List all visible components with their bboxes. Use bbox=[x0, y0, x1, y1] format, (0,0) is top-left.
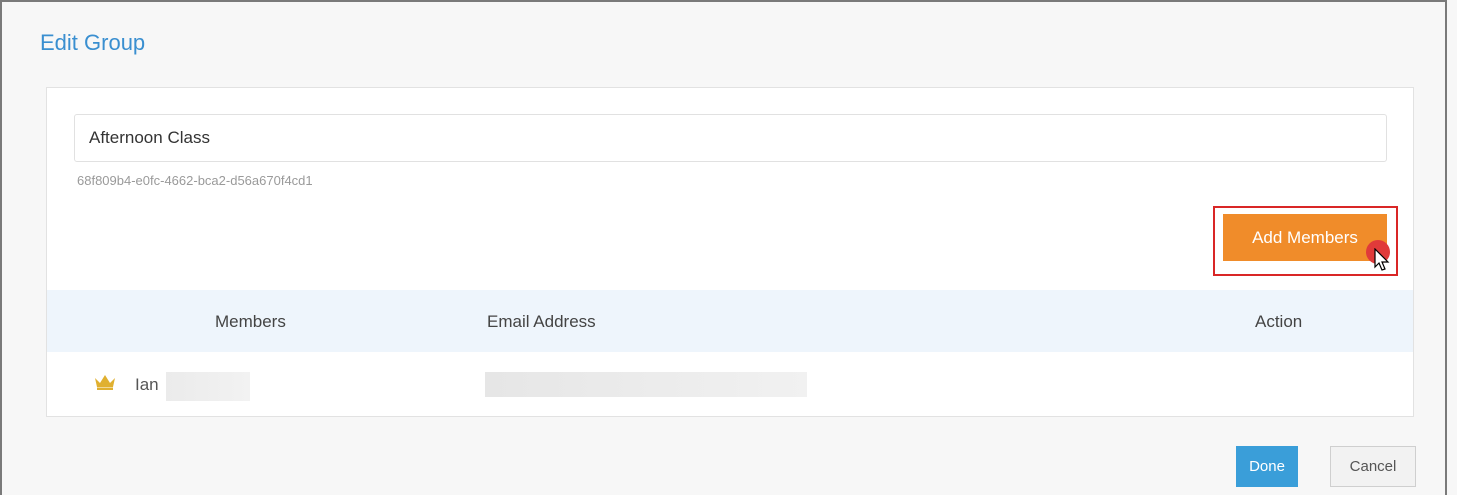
edit-group-dialog: Edit Group 68f809b4-e0fc-4662-bca2-d56a6… bbox=[0, 0, 1447, 495]
redacted-name bbox=[166, 372, 250, 401]
group-panel: 68f809b4-e0fc-4662-bca2-d56a670f4cd1 Add… bbox=[46, 87, 1414, 417]
header-members: Members bbox=[215, 312, 286, 331]
group-id: 68f809b4-e0fc-4662-bca2-d56a670f4cd1 bbox=[77, 173, 313, 188]
group-name-input[interactable] bbox=[74, 114, 1387, 162]
header-action: Action bbox=[1255, 312, 1303, 331]
cursor-icon bbox=[1374, 248, 1390, 271]
members-table-header: Members Email Address Action bbox=[47, 290, 1413, 352]
table-row: Ian bbox=[47, 352, 1413, 416]
crown-icon bbox=[95, 375, 115, 390]
header-email: Email Address bbox=[487, 312, 596, 331]
member-name: Ian bbox=[135, 375, 159, 394]
dialog-title: Edit Group bbox=[40, 30, 146, 55]
cancel-button[interactable]: Cancel bbox=[1330, 446, 1416, 487]
done-button[interactable]: Done bbox=[1236, 446, 1298, 487]
redacted-email bbox=[485, 372, 807, 397]
add-members-button[interactable]: Add Members bbox=[1223, 214, 1387, 261]
